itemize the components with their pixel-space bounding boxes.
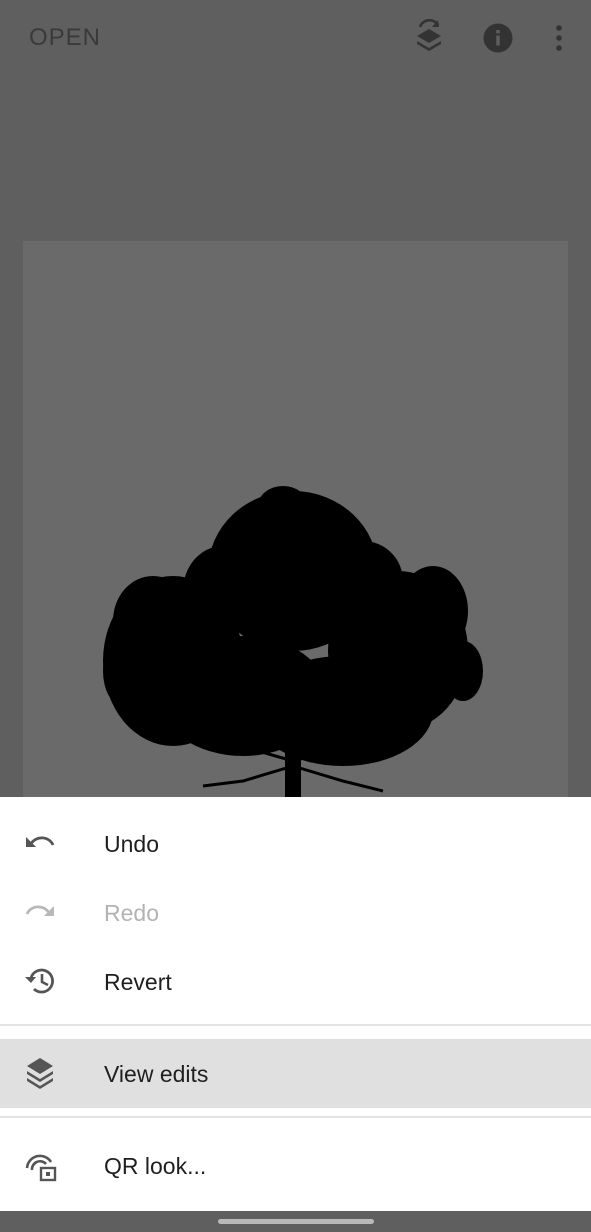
menu-divider	[0, 1024, 591, 1026]
menu-item-revert[interactable]: Revert	[0, 947, 591, 1016]
menu-item-qr-look[interactable]: QR look...	[0, 1131, 591, 1200]
history-icon	[22, 963, 58, 999]
info-icon[interactable]	[478, 18, 518, 58]
system-nav-bar	[0, 1211, 591, 1232]
qr-look-icon	[22, 1147, 58, 1183]
layers-icon	[22, 1055, 58, 1091]
bottom-sheet-menu: Undo Redo Revert View edits QR look...	[0, 797, 591, 1211]
menu-item-redo[interactable]: Redo	[0, 878, 591, 947]
menu-divider	[0, 1116, 591, 1118]
top-app-bar: OPEN	[0, 0, 591, 78]
revert-label: Revert	[104, 969, 172, 995]
menu-item-view-edits[interactable]: View edits	[0, 1039, 591, 1108]
qr-look-label: QR look...	[104, 1153, 207, 1179]
tree-silhouette	[103, 486, 483, 797]
home-handle[interactable]	[218, 1219, 374, 1224]
redo-label: Redo	[104, 900, 159, 926]
open-button[interactable]: OPEN	[29, 24, 101, 52]
photo-canvas	[23, 241, 568, 797]
undo-icon	[22, 825, 58, 861]
undo-label: Undo	[104, 831, 159, 857]
redo-icon	[22, 894, 58, 930]
layers-swap-icon[interactable]	[409, 18, 449, 58]
more-vert-icon[interactable]	[539, 18, 579, 58]
menu-item-undo[interactable]: Undo	[0, 809, 591, 878]
view-edits-label: View edits	[104, 1061, 209, 1087]
